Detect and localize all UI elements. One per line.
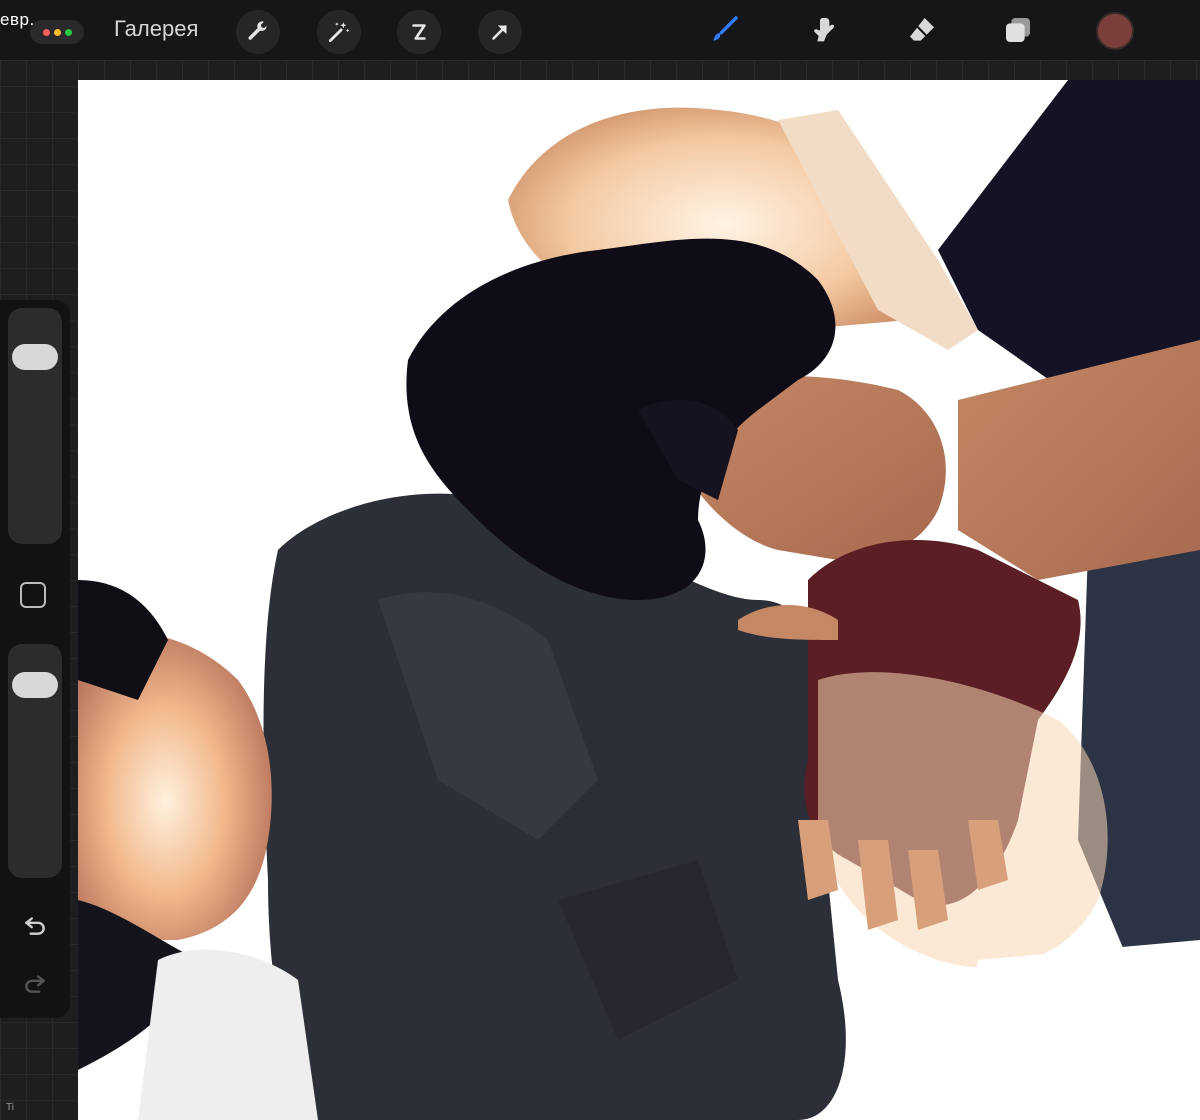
- close-dot-icon[interactable]: [42, 28, 50, 36]
- eraser-icon: [910, 18, 934, 41]
- window-controls[interactable]: [30, 20, 84, 44]
- eraser-button[interactable]: [904, 12, 940, 48]
- selection-button[interactable]: [397, 10, 441, 54]
- modifier-button[interactable]: [20, 582, 46, 608]
- brush-size-slider[interactable]: [8, 308, 62, 544]
- smudge-button[interactable]: [806, 12, 842, 48]
- color-picker-swatch[interactable]: [1096, 12, 1134, 50]
- minimize-dot-icon[interactable]: [53, 28, 61, 36]
- wrench-icon: [248, 21, 267, 40]
- toolbar: евр. Галерея: [0, 0, 1200, 60]
- smudge-icon: [814, 18, 835, 42]
- artwork-illustration: [78, 80, 1200, 1120]
- adjustments-button[interactable]: [317, 10, 361, 54]
- opacity-thumb[interactable]: [12, 672, 58, 698]
- zoom-dot-icon[interactable]: [64, 28, 72, 36]
- redo-icon: [25, 975, 45, 993]
- redo-button[interactable]: [18, 968, 52, 998]
- layers-icon: [1006, 18, 1030, 42]
- status-date: евр.: [0, 10, 35, 29]
- corner-mark: Ti: [6, 1102, 14, 1113]
- brush-button[interactable]: [706, 12, 742, 48]
- magic-wand-icon: [328, 22, 350, 43]
- drawing-canvas[interactable]: [78, 80, 1200, 1120]
- gallery-button[interactable]: Галерея: [114, 16, 198, 42]
- actions-button[interactable]: [236, 10, 280, 54]
- brush-size-thumb[interactable]: [12, 344, 58, 370]
- undo-button[interactable]: [18, 910, 52, 940]
- transform-arrow-icon: [492, 25, 507, 40]
- opacity-slider[interactable]: [8, 644, 62, 878]
- layers-button[interactable]: [1000, 12, 1036, 48]
- undo-icon: [25, 917, 45, 935]
- sidebar: [0, 300, 70, 1018]
- brush-icon: [713, 16, 738, 41]
- transform-button[interactable]: [478, 10, 522, 54]
- selection-icon: [412, 24, 426, 40]
